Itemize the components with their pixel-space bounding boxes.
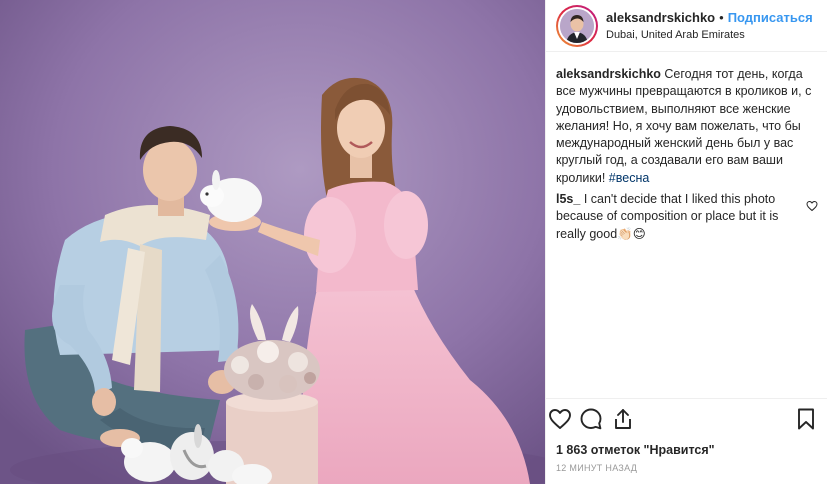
avatar-border xyxy=(558,6,596,45)
post-photo[interactable] xyxy=(0,0,545,484)
header-text: aleksandrskichko • Подписаться Dubai, Un… xyxy=(606,9,813,43)
share-arrow-icon xyxy=(615,409,631,429)
share-button[interactable] xyxy=(611,407,637,433)
post-header: aleksandrskichko • Подписаться Dubai, Un… xyxy=(546,0,827,52)
post-side-panel: aleksandrskichko • Подписаться Dubai, Un… xyxy=(545,0,827,484)
header-username-row: aleksandrskichko • Подписаться xyxy=(606,9,813,26)
like-button[interactable] xyxy=(548,407,574,433)
bookmark-icon xyxy=(798,408,814,430)
post-photo-illustration xyxy=(0,0,545,484)
comment-text: I can't decide that I liked this photo b… xyxy=(556,192,779,241)
action-bar xyxy=(546,407,827,435)
header-separator: • xyxy=(719,9,724,25)
follow-button[interactable]: Подписаться xyxy=(728,9,813,26)
heart-outline-icon xyxy=(806,201,818,212)
caption-text: Сегодня тот день, когда все мужчины прев… xyxy=(556,67,812,185)
avatar[interactable] xyxy=(560,8,594,43)
post-timestamp[interactable]: 12 минут назад xyxy=(556,463,637,473)
avatar-story-ring[interactable] xyxy=(556,4,598,47)
comment-heart-icon[interactable] xyxy=(806,200,818,212)
comment-button[interactable] xyxy=(579,407,605,433)
comments-section: aleksandrskichko Сегодня тот день, когда… xyxy=(546,66,827,243)
speech-bubble-icon xyxy=(580,408,602,430)
instagram-post: aleksandrskichko • Подписаться Dubai, Un… xyxy=(0,0,827,484)
location-link[interactable]: Dubai, United Arab Emirates xyxy=(606,27,813,43)
likes-count[interactable]: 1 863 отметок "Нравится" xyxy=(556,443,715,457)
comment-username[interactable]: l5s_ xyxy=(556,192,580,206)
heart-icon xyxy=(549,409,571,429)
header-username[interactable]: aleksandrskichko xyxy=(606,9,715,26)
actions-area: 1 863 отметок "Нравится" 12 минут назад xyxy=(546,398,827,484)
caption-username[interactable]: aleksandrskichko xyxy=(556,67,661,81)
post-caption: aleksandrskichko Сегодня тот день, когда… xyxy=(556,66,812,187)
comment-item: l5s_ I can't decide that I liked this ph… xyxy=(556,191,818,243)
save-button[interactable] xyxy=(794,407,820,433)
caption-hashtag[interactable]: #весна xyxy=(609,171,650,185)
avatar-image xyxy=(560,8,594,43)
